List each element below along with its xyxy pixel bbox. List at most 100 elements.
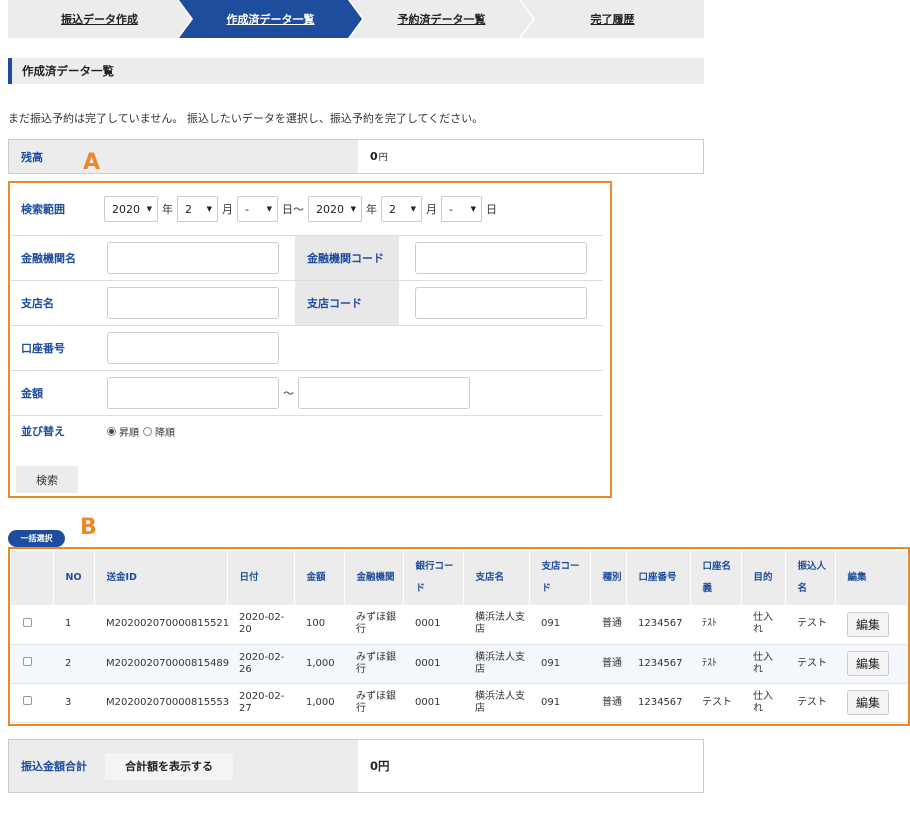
cell-sender: テスト	[785, 644, 835, 684]
from-month-value: 2	[185, 202, 192, 216]
branch-code-input[interactable]	[415, 287, 587, 319]
total-label-cell: 振込金額合計 合計額を表示する	[9, 740, 358, 792]
cell-no: 3	[53, 683, 94, 723]
step-history[interactable]: 完了履歴	[521, 0, 704, 38]
to-day-select[interactable]: - ▼	[441, 196, 482, 222]
cell-bank: みずほ銀行	[344, 605, 403, 645]
cell-branch-code: 091	[529, 683, 590, 723]
balance-value: 0円	[358, 140, 388, 173]
bank-code-input[interactable]	[415, 242, 587, 274]
cell-bank: みずほ銀行	[344, 644, 403, 684]
bank-code-label: 金融機関コード	[295, 236, 399, 280]
notice-text: まだ振込予約は完了していません。 振込したいデータを選択し、振込予約を完了してく…	[8, 112, 484, 125]
transfer-table: NO 送金ID 日付 金額 金融機関 銀行コード 支店名 支店コード 種別 口座…	[11, 551, 908, 723]
col-purpose: 目的	[741, 551, 786, 605]
table-header-row: NO 送金ID 日付 金額 金融機関 銀行コード 支店名 支店コード 種別 口座…	[11, 551, 908, 605]
cell-branch-code: 091	[529, 605, 590, 645]
balance-amount: 0	[370, 150, 378, 163]
cell-holder: ﾃｽﾄ	[690, 605, 741, 645]
sort-asc-radio[interactable]: 昇順	[107, 424, 139, 439]
cell-holder: テスト	[690, 683, 741, 723]
step-created-list[interactable]: 作成済データ一覧	[179, 0, 362, 38]
page-title: 作成済データ一覧	[8, 58, 704, 84]
bank-name-label: 金融機関名	[11, 236, 95, 280]
col-date: 日付	[227, 551, 295, 605]
account-label: 口座番号	[11, 326, 95, 370]
account-input[interactable]	[107, 332, 279, 364]
table-row: 3 M202002070000815553 2020-02-27 1,000 み…	[11, 683, 907, 723]
balance-row: 残高 0円	[8, 139, 704, 174]
cell-branch: 横浜法人支店	[463, 605, 529, 645]
cell-branch: 横浜法人支店	[463, 644, 529, 684]
branch-name-label: 支店名	[11, 281, 95, 325]
cell-account: 1234567	[626, 683, 690, 723]
from-year-select[interactable]: 2020 ▼	[104, 196, 158, 222]
to-day-value: -	[449, 202, 453, 216]
from-month-select[interactable]: 2 ▼	[177, 196, 218, 222]
cell-account: 1234567	[626, 644, 690, 684]
col-bank-code: 銀行コード	[403, 551, 464, 605]
search-button[interactable]: 検索	[16, 466, 78, 493]
col-check	[11, 551, 54, 605]
chevron-down-icon: ▼	[266, 205, 272, 213]
cell-no: 1	[53, 605, 94, 645]
cell-amount: 1,000	[294, 683, 344, 723]
col-bank: 金融機関	[344, 551, 404, 605]
unit-month: 月	[426, 203, 437, 216]
branch-name-input[interactable]	[107, 287, 279, 319]
step-created-list-label[interactable]: 作成済データ一覧	[227, 11, 315, 27]
step-create-label[interactable]: 振込データ作成	[61, 11, 138, 27]
cell-date: 2020-02-27	[227, 683, 294, 723]
to-year-select[interactable]: 2020 ▼	[308, 196, 362, 222]
row-checkbox[interactable]	[23, 617, 32, 627]
col-type: 種別	[590, 551, 627, 605]
edit-button[interactable]: 編集	[847, 611, 890, 637]
edit-button[interactable]: 編集	[847, 651, 890, 676]
chevron-down-icon: ▼	[470, 205, 476, 213]
row-checkbox[interactable]	[23, 657, 32, 666]
cell-sender: テスト	[785, 683, 835, 723]
col-edit: 編集	[835, 551, 908, 605]
cell-purpose: 仕入れ	[741, 683, 785, 723]
cell-id: M202002070000815521	[94, 605, 229, 645]
col-amount: 金額	[294, 551, 345, 605]
chevron-down-icon: ▼	[350, 205, 356, 213]
cell-id: M202002070000815489	[94, 644, 229, 684]
cell-type: 普通	[590, 605, 626, 645]
amount-tilde: 〜	[283, 387, 294, 400]
step-history-label[interactable]: 完了履歴	[591, 11, 635, 27]
cell-type: 普通	[590, 683, 626, 723]
marker-b: B	[80, 515, 97, 540]
step-reserved-list[interactable]: 予約済データ一覧	[350, 0, 533, 38]
to-month-select[interactable]: 2 ▼	[381, 196, 422, 222]
unit-day: 日	[486, 203, 497, 216]
from-year-value: 2020	[112, 202, 140, 216]
cell-bank-code: 0001	[403, 605, 463, 645]
chevron-down-icon: ▼	[146, 205, 152, 213]
sort-asc-label: 昇順	[119, 427, 139, 439]
chevron-down-icon: ▼	[206, 205, 212, 213]
amount-max-input[interactable]	[298, 377, 470, 409]
branch-code-label: 支店コード	[295, 281, 399, 325]
edit-button[interactable]: 編集	[847, 690, 890, 715]
total-label: 振込金額合計	[21, 760, 87, 773]
sort-desc-radio[interactable]: 降順	[143, 424, 175, 439]
row-checkbox[interactable]	[23, 696, 32, 705]
cell-type: 普通	[590, 644, 626, 684]
marker-a: A	[83, 150, 101, 175]
bank-name-input[interactable]	[107, 242, 279, 274]
cell-amount: 1,000	[294, 644, 344, 684]
cell-account: 1234567	[626, 605, 690, 645]
show-total-button[interactable]: 合計額を表示する	[105, 752, 233, 780]
col-sender: 振込人名	[785, 551, 836, 605]
from-day-select[interactable]: - ▼	[237, 196, 278, 222]
progress-steps: 振込データ作成 作成済データ一覧 予約済データ一覧 完了履歴	[8, 0, 704, 38]
step-reserved-list-label[interactable]: 予約済データ一覧	[398, 11, 486, 27]
step-create[interactable]: 振込データ作成	[8, 0, 191, 38]
select-all-button[interactable]: 一括選択	[8, 530, 65, 547]
cell-date: 2020-02-20	[227, 605, 294, 645]
cell-purpose: 仕入れ	[741, 644, 785, 684]
col-id: 送金ID	[94, 551, 228, 605]
amount-min-input[interactable]	[107, 377, 279, 409]
total-value: 0円	[370, 759, 390, 773]
